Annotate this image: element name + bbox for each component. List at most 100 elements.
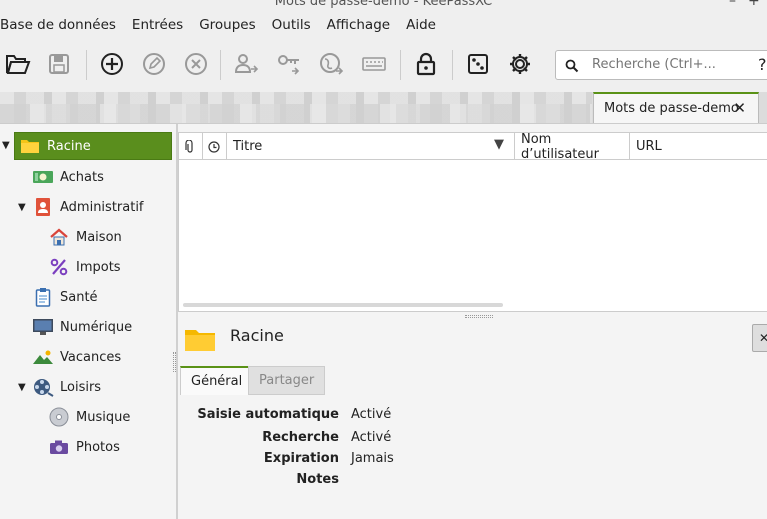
autotype-button[interactable] (356, 46, 392, 82)
column-label: Nom d’utilisateur (521, 131, 599, 162)
field-row-notes: Notes (178, 472, 767, 492)
copy-password-button[interactable] (272, 46, 308, 82)
tree-item-impots[interactable]: Impots (48, 253, 121, 281)
database-tab-strip: Mots de passe-demo ✕ (0, 92, 767, 123)
tree-item-musique[interactable]: Musique (48, 403, 130, 431)
search-icon (565, 59, 579, 73)
tree-item-label: Musique (76, 409, 131, 425)
field-label: Expiration (263, 451, 339, 466)
tree-item-administratif[interactable]: Administratif (32, 193, 144, 221)
field-label: Recherche (262, 430, 339, 445)
menu-tools[interactable]: Outils (264, 17, 319, 33)
horizontal-scrollbar[interactable] (183, 303, 503, 307)
menu-help[interactable]: Aide (398, 17, 444, 33)
delete-entry-button[interactable] (178, 46, 214, 82)
details-title: Racine (230, 326, 284, 345)
tab-label: Partager (259, 373, 315, 388)
url-column-header[interactable]: URL (630, 133, 767, 160)
tree-item-achats[interactable]: Achats (32, 163, 104, 191)
clock-icon (208, 140, 220, 153)
menu-database[interactable]: Base de données (0, 17, 124, 33)
add-entry-icon (101, 53, 123, 75)
folder-icon (184, 328, 216, 356)
lock-database-button[interactable] (408, 46, 444, 82)
attachment-column-header[interactable] (179, 133, 203, 160)
username-column-header[interactable]: Nom d’utilisateur (515, 131, 630, 162)
tab-share[interactable]: Partager (248, 366, 326, 395)
search-input[interactable] (592, 57, 752, 72)
database-tab[interactable]: Mots de passe-demo ✕ (593, 92, 759, 123)
landscape-icon (32, 347, 54, 367)
edit-entry-button[interactable] (136, 46, 172, 82)
menu-entries[interactable]: Entrées (124, 17, 191, 33)
menu-view[interactable]: Affichage (319, 17, 398, 33)
folder-icon (19, 136, 41, 156)
close-details-button[interactable]: ✕ (752, 324, 767, 352)
tree-item-sante[interactable]: Santé (32, 283, 98, 311)
expiry-column-header[interactable] (203, 133, 227, 160)
settings-button[interactable] (502, 46, 538, 82)
edit-entry-icon (143, 53, 165, 75)
tree-item-label: Racine (47, 138, 91, 154)
tree-item-label: Numérique (60, 319, 133, 335)
add-entry-button[interactable] (94, 46, 130, 82)
copy-username-icon (234, 54, 259, 73)
maximize-button[interactable]: + (748, 0, 760, 9)
column-label: URL (636, 139, 662, 154)
copy-password-icon (278, 55, 300, 75)
open-database-button[interactable] (0, 46, 36, 82)
autotype-icon (362, 57, 386, 71)
title-column-header[interactable]: Titre ▼ (227, 133, 515, 160)
expand-arrow-icon[interactable]: ▼ (18, 382, 26, 393)
details-panel: Racine ✕ Général Partager Saisie automat… (178, 318, 767, 519)
tree-item-label: Loisirs (60, 379, 102, 395)
tree-item-label: Impots (76, 259, 121, 275)
copy-url-button[interactable] (314, 46, 350, 82)
tab-general[interactable]: Général (180, 366, 254, 395)
expand-arrow-icon[interactable]: ▼ (18, 202, 26, 213)
tree-item-label: Maison (76, 229, 122, 245)
delete-entry-icon (185, 53, 207, 75)
menu-bar: Base de données Entrées Groupes Outils A… (0, 12, 767, 38)
tab-label: Général (191, 374, 243, 389)
percent-icon (48, 257, 70, 277)
search-box[interactable]: ? (555, 50, 767, 80)
tree-item-numerique[interactable]: Numérique (32, 313, 132, 341)
tree-item-vacances[interactable]: Vacances (32, 343, 121, 371)
camera-icon (48, 437, 70, 457)
password-generator-button[interactable] (460, 46, 496, 82)
tree-item-label: Administratif (60, 199, 144, 215)
contact-book-icon (32, 197, 54, 217)
tree-item-maison[interactable]: Maison (48, 223, 122, 251)
menu-groups[interactable]: Groupes (191, 17, 263, 33)
column-label: Titre (233, 139, 263, 154)
minimize-button[interactable]: – (729, 0, 736, 9)
field-label: Saisie automatique (197, 407, 339, 422)
field-value: Jamais (351, 451, 394, 466)
tree-item-loisirs[interactable]: Loisirs (32, 373, 101, 401)
toolbar-separator (86, 50, 87, 80)
close-tab-icon[interactable]: ✕ (733, 99, 746, 117)
copy-username-button[interactable] (228, 46, 264, 82)
film-reel-icon (32, 377, 54, 397)
field-row-expiration: Expiration Jamais (178, 451, 767, 471)
splitter-grip[interactable] (173, 352, 176, 372)
tree-item-photos[interactable]: Photos (48, 433, 120, 461)
expand-arrow-icon[interactable]: ▼ (2, 140, 10, 151)
tree-item-racine[interactable]: Racine (14, 132, 172, 160)
save-database-button[interactable] (41, 46, 77, 82)
tree-item-label: Achats (60, 169, 104, 185)
blurred-area (0, 104, 592, 123)
search-help-button[interactable]: ? (758, 55, 767, 74)
field-value: Activé (351, 430, 392, 445)
save-database-icon (49, 54, 69, 74)
field-value: Activé (351, 407, 392, 422)
group-tree[interactable]: Racine ▼ Achats ▼ Administratif Maison I… (0, 124, 176, 519)
clipboard-icon (32, 287, 54, 307)
toolbar-separator (400, 50, 401, 80)
password-generator-icon (468, 54, 488, 74)
entries-table[interactable]: Titre ▼ Nom d’utilisateur URL (178, 132, 767, 312)
sort-arrow-icon: ▼ (494, 137, 504, 152)
money-icon (32, 167, 54, 187)
paperclip-icon (185, 139, 193, 153)
